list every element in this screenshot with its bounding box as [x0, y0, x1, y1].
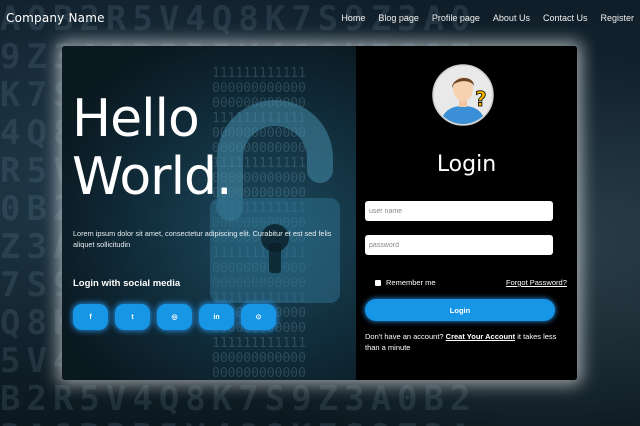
nav-profile-page[interactable]: Profile page — [432, 13, 480, 23]
nav-contact-us[interactable]: Contact Us — [543, 13, 588, 23]
hero-title-line-2: World. — [72, 147, 233, 207]
brand-name[interactable]: Company Name — [6, 11, 105, 25]
linkedin-icon: in — [213, 313, 220, 321]
instagram-button[interactable]: ◎ — [157, 304, 192, 330]
forgot-password-link[interactable]: Forgot Password? — [506, 278, 567, 287]
instagram-icon: ◎ — [171, 314, 178, 321]
remember-checkbox[interactable] — [375, 279, 381, 286]
github-button[interactable]: ⊙ — [241, 304, 276, 330]
hero-title-line-1: Hello — [72, 89, 200, 149]
nav-blog-page[interactable]: Blog page — [378, 13, 419, 23]
nav-register[interactable]: Register — [600, 13, 634, 23]
social-buttons: f t ◎ in ⊙ — [73, 304, 276, 330]
login-button[interactable]: Login — [365, 299, 555, 321]
twitter-button[interactable]: t — [115, 304, 150, 330]
login-card: 111111111111 000000000000 000000000000 1… — [62, 46, 577, 380]
signup-text: Don't have an account? Creat Your Accoun… — [365, 331, 560, 353]
facebook-button[interactable]: f — [73, 304, 108, 330]
remember-me[interactable]: Remember me — [375, 278, 436, 287]
navbar: Company Name Home Blog page Profile page… — [0, 0, 640, 36]
nav-home[interactable]: Home — [341, 13, 365, 23]
login-title: Login — [436, 152, 497, 177]
login-panel: ? Login Remember me Forgot Password? Log… — [356, 46, 577, 380]
facebook-icon: f — [89, 313, 92, 321]
nav-links: Home Blog page Profile page About Us Con… — [341, 13, 634, 23]
twitter-icon: t — [131, 313, 134, 321]
user-avatar-icon: ? — [432, 64, 494, 126]
nav-about-us[interactable]: About Us — [493, 13, 530, 23]
github-icon: ⊙ — [255, 314, 262, 321]
signup-prefix: Don't have an account? — [365, 332, 444, 341]
hero-description: Lorem ipsum dolor sit amet, consectetur … — [73, 229, 332, 249]
social-login-title: Login with social media — [73, 278, 181, 289]
create-account-link[interactable]: Creat Your Account — [446, 332, 515, 341]
hero-title: Hello World. — [72, 89, 233, 207]
password-input[interactable] — [365, 235, 553, 255]
linkedin-button[interactable]: in — [199, 304, 234, 330]
svg-text:?: ? — [475, 87, 487, 111]
remember-label: Remember me — [386, 278, 436, 287]
username-input[interactable] — [365, 201, 553, 221]
hero-panel: 111111111111 000000000000 000000000000 1… — [62, 46, 356, 380]
